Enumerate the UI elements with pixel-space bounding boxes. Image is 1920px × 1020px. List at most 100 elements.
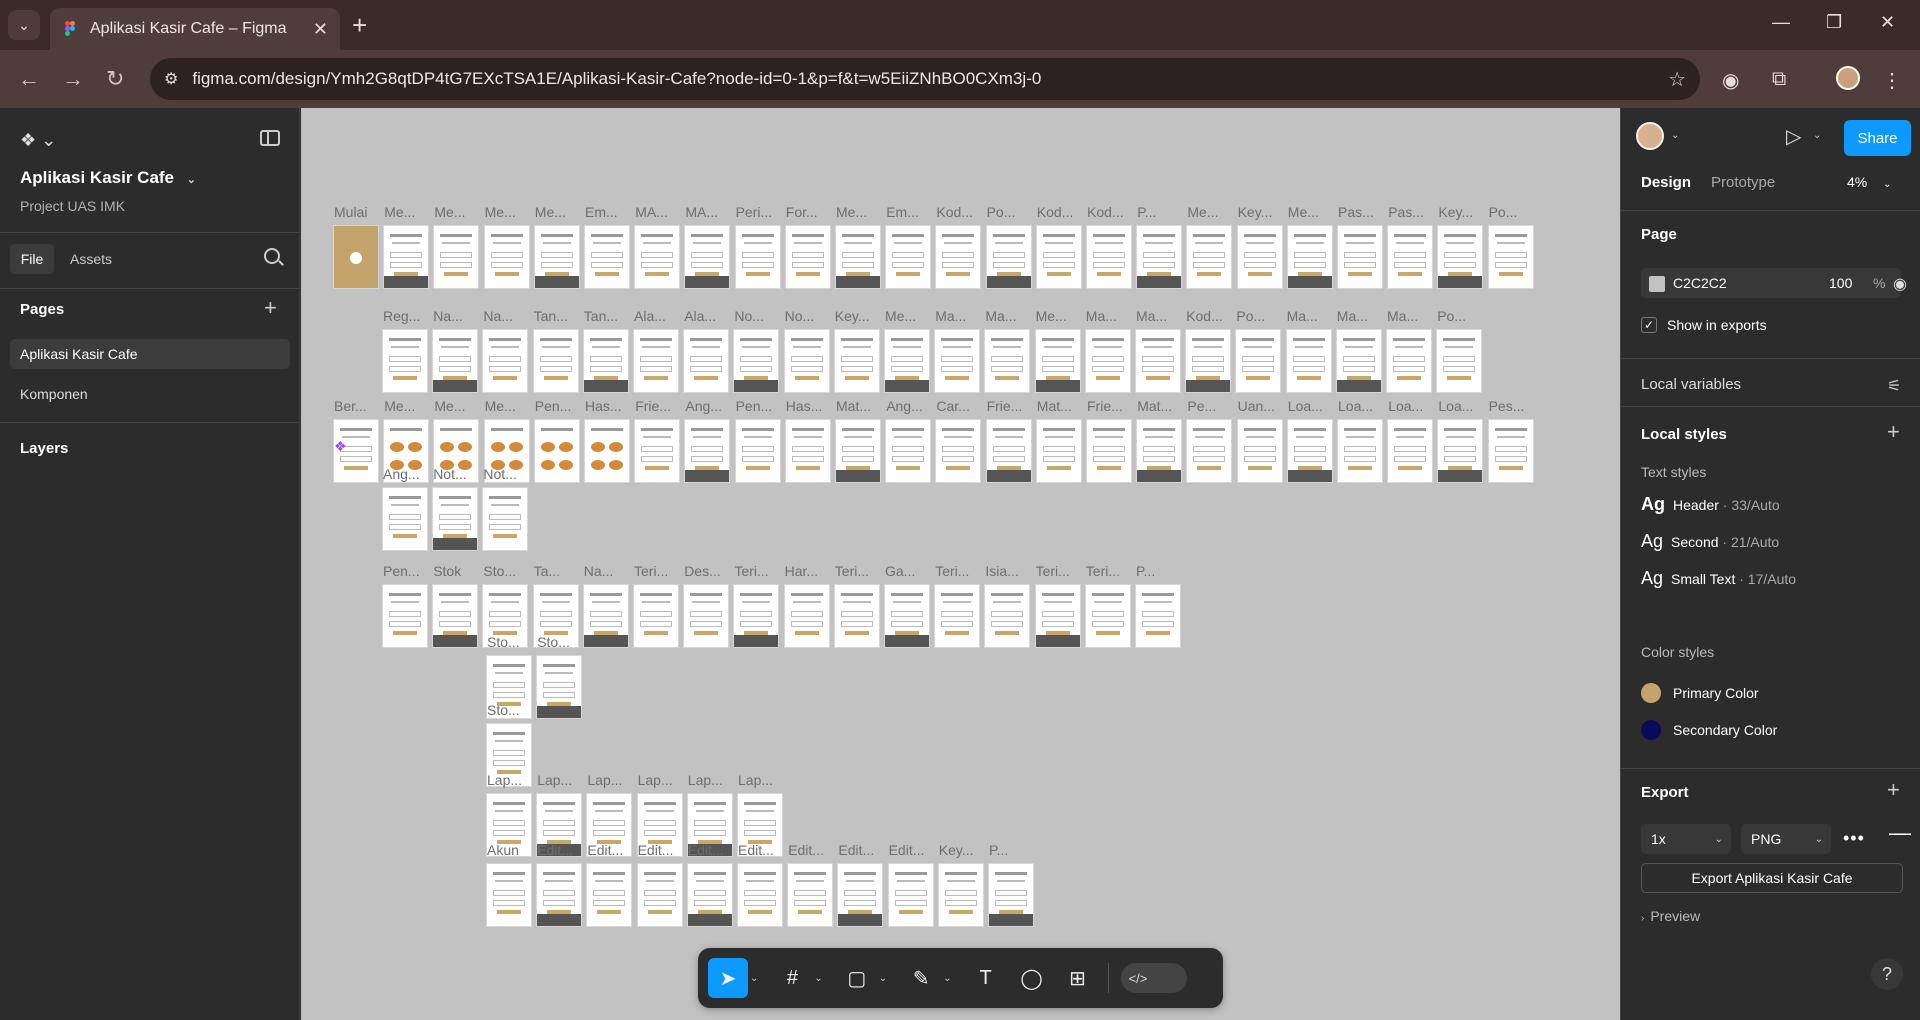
frame-label[interactable]: Des... [684, 563, 721, 579]
screen-frame[interactable] [1085, 330, 1130, 392]
frame-label[interactable]: Teri... [634, 563, 668, 579]
screen-frame[interactable] [834, 585, 879, 647]
project-title[interactable]: Aplikasi Kasir Cafe ⌄ [20, 168, 196, 188]
extensions-puzzle-icon[interactable]: ⧉ [1772, 68, 1786, 91]
forward-icon[interactable]: → [62, 66, 84, 92]
screen-frame[interactable] [1287, 226, 1332, 288]
frame-label[interactable]: MA... [635, 204, 668, 220]
page-opacity[interactable]: 100 [1829, 275, 1852, 291]
screen-frame[interactable] [1187, 226, 1232, 288]
frame-label[interactable]: No... [785, 308, 815, 324]
frame-label[interactable]: Teri... [1086, 563, 1120, 579]
screen-frame[interactable] [735, 420, 780, 482]
screen-frame[interactable] [433, 488, 478, 550]
frame-label[interactable]: Po... [1489, 204, 1518, 220]
frame-label[interactable]: Key... [835, 308, 870, 324]
frame-label[interactable]: Ber... [334, 398, 367, 414]
frame-label[interactable]: Mulai [334, 204, 367, 220]
tab-assets[interactable]: Assets [70, 251, 112, 267]
frame-label[interactable]: Edit... [688, 842, 724, 858]
screen-frame[interactable] [935, 330, 980, 392]
screen-frame[interactable] [985, 585, 1030, 647]
screen-frame[interactable] [734, 585, 779, 647]
frame-label[interactable]: Lap... [738, 772, 773, 788]
screen-frame[interactable] [383, 585, 427, 647]
avatar[interactable] [1636, 122, 1664, 150]
screen-frame[interactable] [738, 864, 782, 926]
frame-label[interactable]: Kod... [936, 204, 973, 220]
screen-frame[interactable] [1035, 330, 1080, 392]
add-export-icon[interactable]: + [1887, 779, 1900, 801]
screen-frame[interactable] [1137, 420, 1182, 482]
frame-label[interactable]: Isia... [985, 563, 1018, 579]
frame-label[interactable]: Na... [584, 563, 614, 579]
browser-menu-icon[interactable]: ⋮ [1882, 68, 1902, 93]
screen-frame[interactable] [935, 585, 980, 647]
screen-frame[interactable] [785, 226, 830, 288]
add-style-icon[interactable]: + [1887, 421, 1900, 443]
preview-toggle[interactable]: › Preview [1641, 908, 1700, 924]
screen-frame[interactable] [635, 226, 680, 288]
frame-label[interactable]: Me... [434, 204, 465, 220]
frame-label[interactable]: No... [734, 308, 764, 324]
frame-label[interactable]: Lap... [587, 772, 622, 788]
frame-label[interactable]: Sto... [487, 702, 520, 718]
chevron-down-icon[interactable]: ⌄ [943, 973, 951, 984]
screen-frame[interactable] [888, 864, 933, 926]
rectangle-tool-icon[interactable]: ▢ [837, 958, 877, 998]
screen-frame[interactable] [1338, 226, 1382, 288]
screen-frame[interactable] [1186, 330, 1231, 392]
move-tool-icon[interactable]: ➤ [708, 958, 748, 998]
screen-frame[interactable] [533, 330, 578, 392]
screen-frame[interactable] [886, 420, 931, 482]
screen-frame[interactable] [384, 226, 429, 288]
screen-frame[interactable] [585, 420, 629, 482]
chevron-down-icon[interactable]: ⌄ [814, 973, 822, 984]
screen-frame[interactable] [1136, 585, 1180, 647]
color-swatch[interactable] [1649, 276, 1665, 292]
frame-label[interactable]: Pen... [736, 398, 773, 414]
screen-frame[interactable] [1236, 330, 1281, 392]
tab-file[interactable]: File [10, 244, 54, 274]
screen-frame[interactable] [734, 330, 779, 392]
frame-label[interactable]: Ang... [383, 466, 420, 482]
export-button[interactable]: Export Aplikasi Kasir Cafe [1641, 863, 1903, 893]
frame-label[interactable]: Ma... [985, 308, 1016, 324]
frame-label[interactable]: Edit... [537, 842, 573, 858]
screen-frame[interactable] [1286, 330, 1331, 392]
frame-label[interactable]: Edit... [889, 842, 925, 858]
screen-frame[interactable] [1036, 420, 1081, 482]
frame-label[interactable]: Mat... [1037, 398, 1072, 414]
add-page-icon[interactable]: + [264, 297, 277, 319]
frame-label[interactable]: Ga... [885, 563, 915, 579]
frame-label[interactable]: Peri... [736, 204, 773, 220]
comment-tool-icon[interactable]: ◯ [1012, 958, 1052, 998]
frame-label[interactable]: Kod... [1037, 204, 1074, 220]
screen-frame[interactable] [985, 330, 1030, 392]
frame-label[interactable]: Em... [886, 204, 919, 220]
remove-export-icon[interactable]: — [1889, 820, 1911, 846]
screen-frame[interactable] [1237, 420, 1282, 482]
color-style-item[interactable]: Secondary Color [1641, 720, 1777, 740]
tab-design[interactable]: Design [1641, 174, 1691, 191]
screen-frame[interactable] [534, 420, 579, 482]
frame-label[interactable]: Loa... [1338, 398, 1373, 414]
screen-frame[interactable] [687, 864, 732, 926]
screen-frame[interactable] [1437, 330, 1482, 392]
frame-label[interactable]: Ala... [634, 308, 666, 324]
frame-label[interactable]: Ta... [534, 563, 560, 579]
frame-label[interactable]: Po... [1437, 308, 1466, 324]
screen-frame[interactable] [885, 585, 929, 647]
frame-label[interactable]: Mat... [1137, 398, 1172, 414]
page-item-aplikasi-kasir-cafe[interactable]: Aplikasi Kasir Cafe [10, 339, 290, 369]
frame-label[interactable]: Not... [433, 466, 466, 482]
screen-frame[interactable] [583, 330, 628, 392]
frame-label[interactable]: Tan... [534, 308, 568, 324]
show-in-exports-checkbox[interactable]: ✓ [1641, 317, 1657, 333]
screen-frame[interactable] [483, 330, 528, 392]
minimize-icon[interactable]: — [1772, 12, 1790, 33]
frame-label[interactable]: Mat... [836, 398, 871, 414]
frame-label[interactable]: Loa... [1288, 398, 1323, 414]
frame-label[interactable]: Me... [434, 398, 465, 414]
design-canvas[interactable]: Mulai Me... Me... Me... Me... Em... MA... MA...… [301, 108, 1620, 1020]
